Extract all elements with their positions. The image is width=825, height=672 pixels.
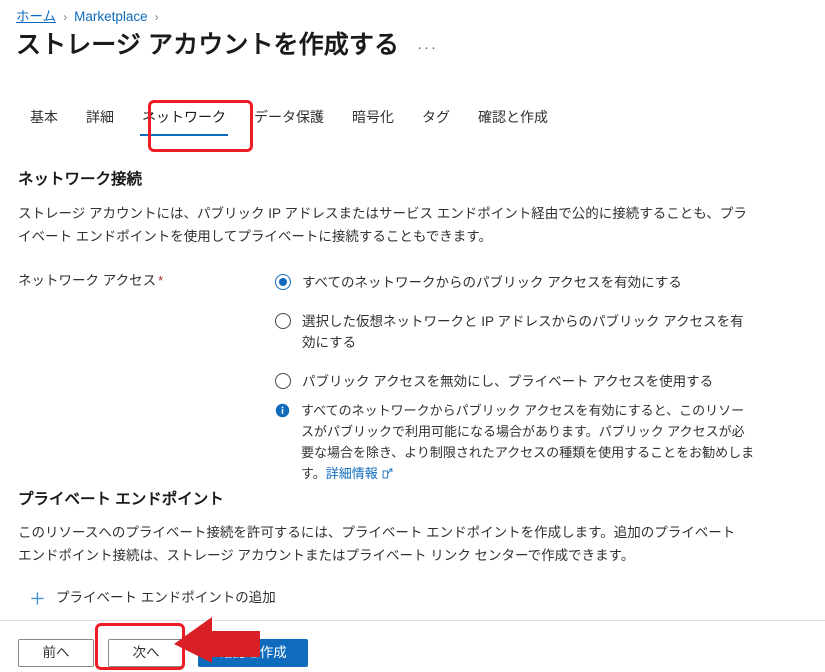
plus-icon bbox=[30, 591, 45, 606]
review-create-button[interactable]: 確認と作成 bbox=[198, 639, 308, 667]
add-private-endpoint-label: プライベート エンドポイントの追加 bbox=[56, 590, 276, 605]
page-title: ストレージ アカウントを作成する bbox=[16, 31, 400, 59]
page-header: ストレージ アカウントを作成する ··· bbox=[16, 28, 438, 62]
add-private-endpoint-link[interactable]: プライベート エンドポイントの追加 bbox=[30, 588, 276, 608]
radio-enable-public-access-all-networks[interactable]: すべてのネットワークからのパブリック アクセスを有効にする bbox=[275, 272, 765, 293]
learn-more-link[interactable]: 詳細情報 bbox=[326, 466, 378, 481]
more-options-icon[interactable]: ··· bbox=[417, 39, 438, 56]
radio-mark-icon bbox=[275, 373, 291, 389]
breadcrumb-separator-icon: › bbox=[154, 10, 159, 24]
tab-label: 詳細 bbox=[86, 109, 114, 125]
breadcrumb-item-home[interactable]: ホーム bbox=[16, 8, 56, 26]
next-button[interactable]: 次へ bbox=[108, 639, 184, 667]
network-access-radio-group: すべてのネットワークからのパブリック アクセスを有効にする 選択した仮想ネットワ… bbox=[275, 272, 765, 392]
tab-data-protection[interactable]: データ保護 bbox=[240, 100, 338, 138]
radio-disable-public-access[interactable]: パブリック アクセスを無効にし、プライベート アクセスを使用する bbox=[275, 371, 765, 392]
tab-label: 確認と作成 bbox=[478, 109, 548, 125]
tab-label: 暗号化 bbox=[352, 109, 394, 125]
private-endpoint-heading: プライベート エンドポイント bbox=[18, 491, 224, 508]
private-endpoint-description: このリソースへのプライベート接続を許可するには、プライベート エンドポイントを作… bbox=[18, 525, 736, 563]
footer-buttons: 前へ 次へ 確認と作成 bbox=[18, 639, 322, 667]
tab-review-create[interactable]: 確認と作成 bbox=[464, 100, 562, 138]
tab-advanced[interactable]: 詳細 bbox=[72, 100, 128, 138]
radio-label: すべてのネットワークからのパブリック アクセスを有効にする bbox=[302, 275, 682, 290]
wizard-footer: 前へ 次へ 確認と作成 bbox=[0, 620, 825, 672]
tab-basics[interactable]: 基本 bbox=[16, 100, 72, 138]
tab-label: タグ bbox=[422, 109, 450, 125]
tab-encryption[interactable]: 暗号化 bbox=[338, 100, 408, 138]
network-connectivity-description: ストレージ アカウントには、パブリック IP アドレスまたはサービス エンドポイ… bbox=[18, 206, 747, 244]
breadcrumb-item-marketplace[interactable]: Marketplace bbox=[74, 8, 148, 26]
breadcrumb-separator-icon: › bbox=[63, 10, 68, 24]
network-connectivity-heading: ネットワーク接続 bbox=[18, 171, 143, 188]
tab-active-underline bbox=[140, 133, 228, 136]
radio-mark-icon bbox=[275, 274, 291, 290]
tab-label: データ保護 bbox=[254, 109, 324, 125]
network-access-label: ネットワーク アクセス * bbox=[18, 271, 163, 291]
tab-tags[interactable]: タグ bbox=[408, 100, 464, 138]
external-link-icon bbox=[382, 464, 393, 485]
tab-label: ネットワーク bbox=[142, 109, 226, 125]
radio-enable-public-access-selected-networks[interactable]: 選択した仮想ネットワークと IP アドレスからのパブリック アクセスを有効にする bbox=[275, 311, 765, 353]
required-asterisk: * bbox=[158, 273, 164, 288]
radio-label: 選択した仮想ネットワークと IP アドレスからのパブリック アクセスを有効にする bbox=[302, 314, 744, 350]
radio-label: パブリック アクセスを無効にし、プライベート アクセスを使用する bbox=[302, 374, 714, 389]
tab-networking[interactable]: ネットワーク bbox=[128, 100, 240, 138]
previous-button[interactable]: 前へ bbox=[18, 639, 94, 667]
public-access-info-message: すべてのネットワークからパブリック アクセスを有効にすると、このリソースがパブリ… bbox=[275, 400, 755, 485]
radio-mark-icon bbox=[275, 313, 291, 329]
tab-label: 基本 bbox=[30, 109, 58, 125]
breadcrumb: ホーム › Marketplace › bbox=[16, 8, 166, 26]
wizard-tabs: 基本 詳細 ネットワーク データ保護 暗号化 タグ 確認と作成 bbox=[16, 100, 562, 148]
info-message-text-wrapper: すべてのネットワークからパブリック アクセスを有効にすると、このリソースがパブリ… bbox=[301, 400, 755, 485]
info-icon bbox=[275, 403, 290, 418]
network-access-label-text: ネットワーク アクセス bbox=[18, 273, 157, 288]
